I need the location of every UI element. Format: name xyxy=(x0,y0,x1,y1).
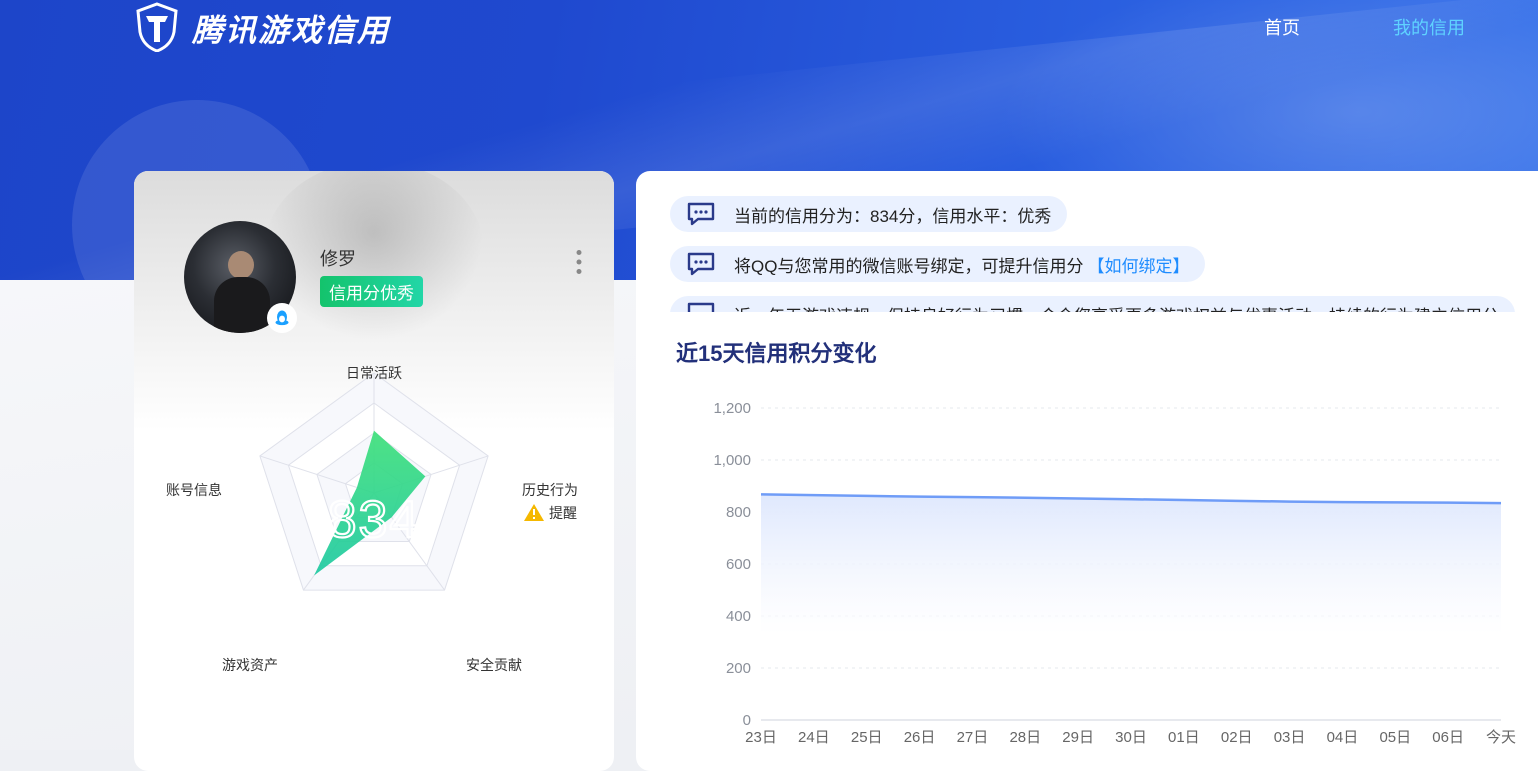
top-nav: 首页 我的信用 xyxy=(0,14,1538,44)
warning-icon xyxy=(524,504,544,521)
x-tick-label: 06日 xyxy=(1432,729,1464,746)
radar-label-daily: 日常活跃 xyxy=(346,365,402,381)
x-tick-label: 30日 xyxy=(1115,729,1147,746)
x-tick-label: 26日 xyxy=(904,729,936,746)
y-tick-label: 200 xyxy=(726,660,751,677)
notice-text: 将QQ与您常用的微信账号绑定，可提升信用分 xyxy=(734,252,1083,277)
x-tick-label: 05日 xyxy=(1379,729,1411,746)
message-icon xyxy=(686,302,716,312)
radar-label-security: 安全贡献 xyxy=(466,657,522,673)
x-tick-label: 25日 xyxy=(851,729,883,746)
x-tick-label: 今天 xyxy=(1486,729,1516,746)
qq-penguin-icon xyxy=(269,305,295,331)
notice-bind-wechat: 将QQ与您常用的微信账号绑定，可提升信用分 【如何绑定】 xyxy=(670,246,1205,282)
y-tick-label: 800 xyxy=(726,504,751,521)
credit-score-value: 834 xyxy=(328,491,421,549)
how-to-bind-link[interactable]: 【如何绑定】 xyxy=(1087,252,1189,277)
y-tick-label: 1,200 xyxy=(713,400,751,417)
credit-radar-chart: 834 日常活跃 历史行为 提醒 安全贡献 游戏资产 账号信息 xyxy=(134,351,614,691)
x-tick-label: 29日 xyxy=(1062,729,1094,746)
nav-home[interactable]: 首页 xyxy=(1264,14,1300,40)
x-tick-label: 03日 xyxy=(1274,729,1306,746)
notice-text: 当前的信用分为：834分，信用水平：优秀 xyxy=(734,202,1051,227)
credit-score-line-chart: 0 200 400 600 800 1,000 1,200 23日 24日 25日 26日 27日 2… xyxy=(636,381,1538,751)
notice-scroll-clip: 近一年无游戏违规，保持良好行为习惯，会令您享受更多游戏权益与优惠活动，持续的行为… xyxy=(636,296,1538,312)
x-tick-label: 01日 xyxy=(1168,729,1200,746)
chart-title: 近15天信用积分变化 xyxy=(676,336,876,368)
x-tick-label: 23日 xyxy=(745,729,777,746)
notice-current-score: 当前的信用分为：834分，信用水平：优秀 xyxy=(670,196,1067,232)
y-tick-label: 400 xyxy=(726,608,751,625)
profile-card: 修罗 信用分优秀 834 日常活跃 历史行为 提醒 安全贡献 游戏资产 账号信息 xyxy=(134,171,614,771)
more-options-icon[interactable] xyxy=(574,249,584,275)
message-icon xyxy=(686,202,716,226)
radar-label-history: 历史行为 xyxy=(522,482,578,498)
x-tick-label: 02日 xyxy=(1221,729,1253,746)
credit-level-badge: 信用分优秀 xyxy=(320,276,423,307)
message-icon xyxy=(686,252,716,276)
credit-detail-card: 当前的信用分为：834分，信用水平：优秀 将QQ与您常用的微信账号绑定，可提升信… xyxy=(636,171,1538,771)
x-tick-label: 27日 xyxy=(957,729,989,746)
nav-my-credit[interactable]: 我的信用 xyxy=(1393,14,1465,40)
x-tick-label: 04日 xyxy=(1327,729,1359,746)
username: 修罗 xyxy=(320,245,356,271)
x-tick-label: 24日 xyxy=(798,729,830,746)
y-tick-label: 600 xyxy=(726,556,751,573)
radar-history-warning: 提醒 xyxy=(549,505,577,521)
radar-label-account: 账号信息 xyxy=(166,482,222,498)
x-tick-label: 28日 xyxy=(1009,729,1041,746)
chart-area-fill xyxy=(761,494,1501,634)
notice-text: 近一年无游戏违规，保持良好行为习惯，会令您享受更多游戏权益与优惠活动，持续的行为… xyxy=(734,302,1499,313)
notice-behavior: 近一年无游戏违规，保持良好行为习惯，会令您享受更多游戏权益与优惠活动，持续的行为… xyxy=(670,296,1515,312)
y-tick-label: 1,000 xyxy=(713,452,751,469)
y-tick-label: 0 xyxy=(743,712,751,729)
radar-label-assets: 游戏资产 xyxy=(222,657,278,673)
